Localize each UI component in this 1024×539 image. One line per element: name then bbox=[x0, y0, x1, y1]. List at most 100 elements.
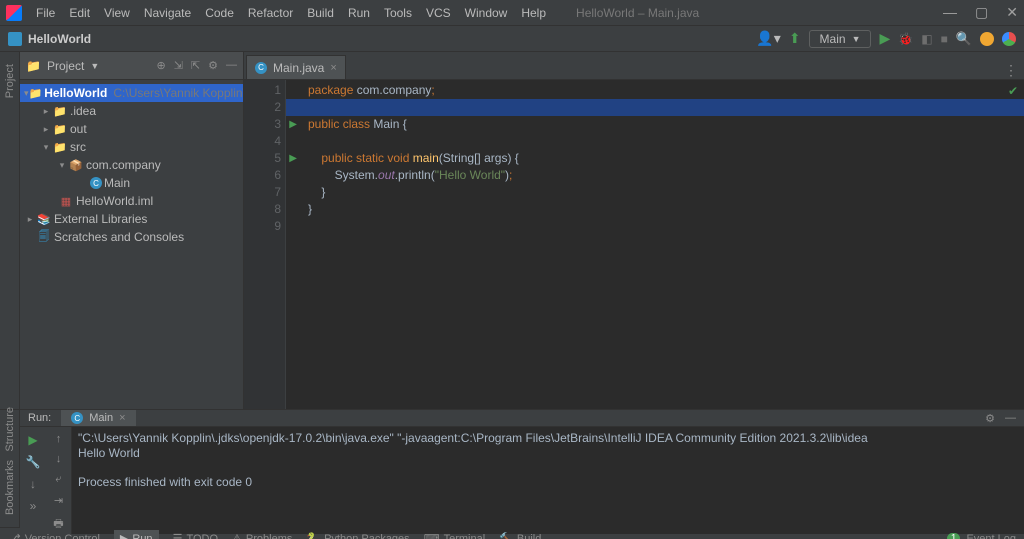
menu-navigate[interactable]: Navigate bbox=[138, 4, 197, 22]
ide-update-icon[interactable] bbox=[980, 32, 994, 46]
project-view-icon: 📁 bbox=[26, 59, 41, 73]
class-icon: C bbox=[255, 62, 267, 74]
run-tabs: Run: C Main × ⚙ — bbox=[20, 410, 1024, 427]
sidetab-bookmarks[interactable]: Bookmarks bbox=[4, 460, 16, 515]
todo-icon: ☰ bbox=[173, 532, 183, 539]
class-icon: C bbox=[71, 412, 83, 424]
ide-features-icon[interactable] bbox=[1002, 32, 1016, 46]
project-panel: 📁 Project ▼ ⊕ ⇲ ⇱ ⚙ — ▾📁 HelloWorld C:\U… bbox=[20, 52, 244, 409]
run-settings-icon[interactable]: ⚙ bbox=[985, 412, 995, 425]
wrench-icon[interactable]: 🔧 bbox=[26, 455, 41, 469]
bottom-todo[interactable]: ☰TODO bbox=[173, 532, 218, 539]
scroll-end-icon[interactable]: ⇥ bbox=[54, 494, 63, 507]
tree-src[interactable]: ▾📁src bbox=[20, 138, 243, 156]
tree-idea[interactable]: ▸📁.idea bbox=[20, 102, 243, 120]
menu-run[interactable]: Run bbox=[342, 4, 376, 22]
bottom-vcs[interactable]: ⎇Version Control bbox=[8, 532, 100, 539]
bottom-terminal[interactable]: ⌨Terminal bbox=[424, 532, 485, 539]
chevron-down-icon: ▼ bbox=[852, 34, 861, 44]
menu-tools[interactable]: Tools bbox=[378, 4, 418, 22]
project-panel-title[interactable]: Project bbox=[47, 59, 84, 73]
menu-build[interactable]: Build bbox=[301, 4, 340, 22]
down-arrow-icon[interactable]: ↓ bbox=[56, 453, 62, 465]
class-icon: C bbox=[90, 177, 102, 189]
menu-vcs[interactable]: VCS bbox=[420, 4, 457, 22]
down-icon[interactable]: ↓ bbox=[30, 477, 36, 491]
console-output[interactable]: "C:\Users\Yannik Kopplin\.jdks\openjdk-1… bbox=[72, 427, 1024, 534]
menu-edit[interactable]: Edit bbox=[63, 4, 96, 22]
window-context: HelloWorld – Main.java bbox=[576, 6, 699, 20]
main-area: Project 📁 Project ▼ ⊕ ⇲ ⇱ ⚙ — ▾📁 HelloWo… bbox=[0, 52, 1024, 409]
hide-panel-icon[interactable]: — bbox=[226, 59, 237, 72]
tree-main-class[interactable]: CMain bbox=[20, 174, 243, 192]
stop-icon[interactable]: ■ bbox=[941, 32, 948, 46]
tab-close-icon[interactable]: × bbox=[330, 62, 336, 74]
search-icon[interactable]: 🔍 bbox=[956, 31, 972, 47]
run-tool-column-2: ↑ ↓ ⤶ ⇥ 🖶 bbox=[46, 427, 72, 534]
tree-external-libs[interactable]: ▸📚External Libraries bbox=[20, 210, 243, 228]
inspection-ok-icon[interactable]: ✔ bbox=[1008, 84, 1018, 98]
menu-view[interactable]: View bbox=[98, 4, 136, 22]
editor-gutter: 1 2 3▶ 4 5▶ 6 7 8 9 bbox=[244, 80, 286, 409]
project-panel-header: 📁 Project ▼ ⊕ ⇲ ⇱ ⚙ — bbox=[20, 52, 243, 80]
run-tool-window: Structure Bookmarks Run: C Main × ⚙ — ▶ … bbox=[0, 409, 1024, 527]
project-icon bbox=[8, 32, 22, 46]
build-icon[interactable]: ⬆ bbox=[789, 30, 801, 47]
menu-code[interactable]: Code bbox=[199, 4, 240, 22]
editor-tab-label: Main.java bbox=[273, 61, 324, 75]
tab-close-icon[interactable]: × bbox=[119, 412, 125, 424]
tree-out[interactable]: ▸📁out bbox=[20, 120, 243, 138]
editor-body[interactable]: 1 2 3▶ 4 5▶ 6 7 8 9 package com.company;… bbox=[244, 80, 1024, 409]
maximize-icon[interactable]: ▢ bbox=[975, 4, 988, 21]
left-tool-strip: Project bbox=[0, 52, 20, 409]
bottom-problems[interactable]: ⚠Problems bbox=[232, 532, 292, 539]
branch-icon: ⎇ bbox=[8, 532, 21, 539]
run-tool-column-1: ▶ 🔧 ↓ » bbox=[20, 427, 46, 534]
run-configuration-select[interactable]: Main ▼ bbox=[809, 30, 872, 48]
more-icon[interactable]: » bbox=[30, 499, 37, 513]
minimize-icon[interactable]: — bbox=[943, 4, 957, 21]
tree-scratches[interactable]: 🗐Scratches and Consoles bbox=[20, 228, 243, 246]
left-tool-strip-bottom: Structure Bookmarks bbox=[0, 410, 20, 527]
breadcrumb-project[interactable]: HelloWorld bbox=[28, 32, 91, 46]
sidetab-project[interactable]: Project bbox=[4, 64, 16, 98]
editor-panel: C Main.java × ⋮ 1 2 3▶ 4 5▶ 6 7 8 9 pack… bbox=[244, 52, 1024, 409]
menu-refactor[interactable]: Refactor bbox=[242, 4, 299, 22]
run-button[interactable]: ▶ bbox=[879, 30, 890, 47]
rerun-icon[interactable]: ▶ bbox=[28, 433, 37, 447]
run-config-label: Main bbox=[820, 32, 846, 46]
up-arrow-icon[interactable]: ↑ bbox=[56, 433, 62, 445]
navigation-bar: HelloWorld 👤▾ ⬆ Main ▼ ▶ 🐞 ◧ ■ 🔍 bbox=[0, 26, 1024, 52]
collapse-all-icon[interactable]: ⇱ bbox=[191, 59, 200, 72]
tree-root[interactable]: ▾📁 HelloWorld C:\Users\Yannik Kopplin\Id… bbox=[20, 84, 243, 102]
expand-all-icon[interactable]: ⇲ bbox=[174, 59, 183, 72]
event-log-badge: 1 bbox=[947, 533, 961, 539]
run-label: Run: bbox=[28, 412, 51, 424]
chevron-down-icon[interactable]: ▼ bbox=[90, 61, 99, 71]
soft-wrap-icon[interactable]: ⤶ bbox=[55, 473, 61, 486]
coverage-icon[interactable]: ◧ bbox=[921, 32, 932, 46]
run-hide-icon[interactable]: — bbox=[1005, 412, 1016, 425]
editor-tab-main[interactable]: C Main.java × bbox=[246, 55, 346, 79]
bottom-run[interactable]: ▶Run bbox=[114, 530, 159, 539]
select-opened-icon[interactable]: ⊕ bbox=[156, 59, 165, 72]
menu-file[interactable]: File bbox=[30, 4, 61, 22]
terminal-icon: ⌨ bbox=[424, 532, 440, 539]
tab-more-icon[interactable]: ⋮ bbox=[1004, 62, 1018, 79]
debug-button[interactable]: 🐞 bbox=[898, 32, 913, 46]
add-user-icon[interactable]: 👤▾ bbox=[756, 30, 780, 47]
hammer-icon: 🔨 bbox=[499, 532, 513, 539]
settings-icon[interactable]: ⚙ bbox=[208, 59, 218, 72]
bottom-python[interactable]: 🐍Python Packages bbox=[306, 532, 409, 539]
menu-window[interactable]: Window bbox=[459, 4, 514, 22]
run-tab-main[interactable]: C Main × bbox=[61, 410, 135, 426]
bottom-eventlog[interactable]: Event Log bbox=[966, 533, 1016, 539]
code-area[interactable]: package com.company; public class Main {… bbox=[286, 80, 1024, 409]
bottom-build[interactable]: 🔨Build bbox=[499, 532, 541, 539]
close-icon[interactable]: ✕ bbox=[1006, 4, 1018, 21]
menu-help[interactable]: Help bbox=[515, 4, 552, 22]
tree-iml[interactable]: ▦HelloWorld.iml bbox=[20, 192, 243, 210]
tree-package[interactable]: ▾📦com.company bbox=[20, 156, 243, 174]
app-logo bbox=[6, 5, 22, 21]
sidetab-structure[interactable]: Structure bbox=[4, 407, 16, 452]
